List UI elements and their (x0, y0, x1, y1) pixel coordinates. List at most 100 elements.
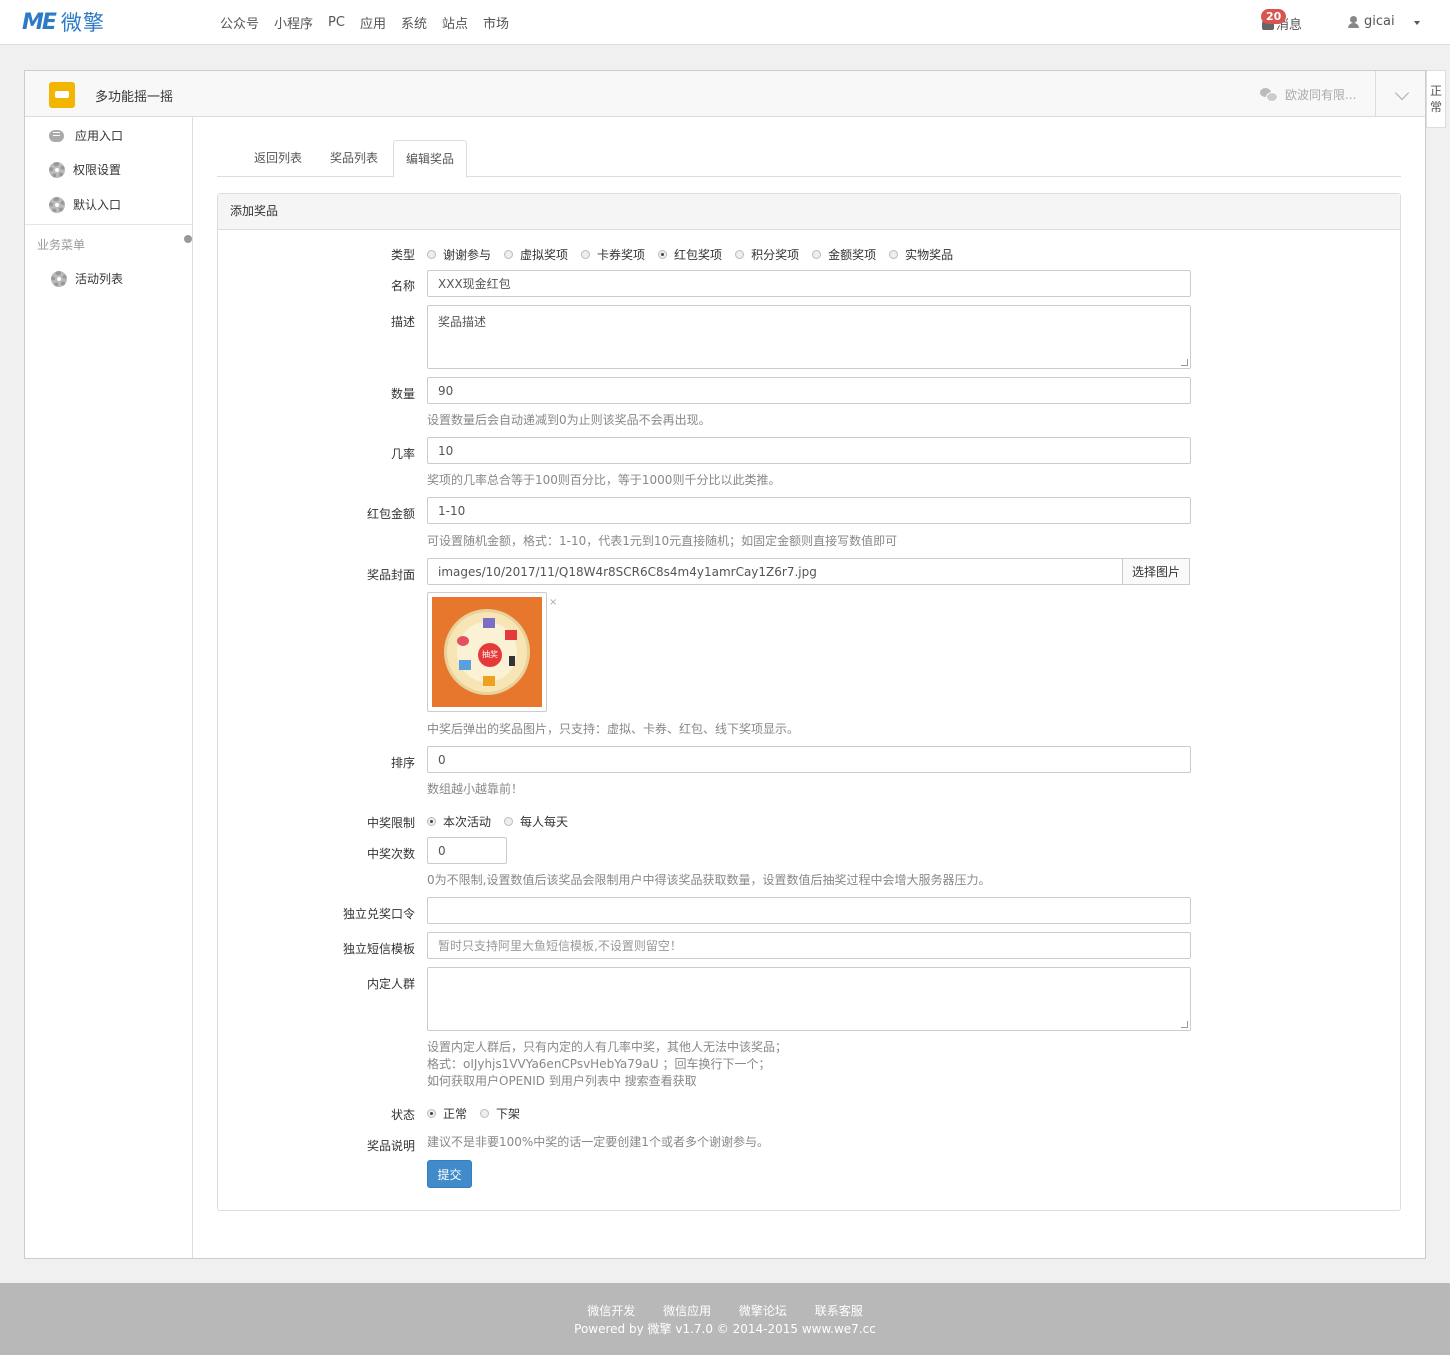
sort-label: 排序 (390, 756, 415, 770)
tab-prize-list[interactable]: 奖品列表 (318, 140, 390, 177)
choose-image-button[interactable]: 选择图片 (1122, 558, 1190, 585)
nav-market[interactable]: 市场 (483, 13, 509, 32)
type-option-cash[interactable]: 金额奖项 (812, 246, 876, 263)
footer-link-wechat-dev[interactable]: 微信开发 (587, 1304, 635, 1318)
desc-value: 奖品描述 (438, 315, 487, 329)
type-option-thanks[interactable]: 谢谢参与 (427, 246, 491, 263)
tab-back-to-list[interactable]: 返回列表 (242, 140, 314, 177)
logo[interactable]: ME 微擎 (22, 9, 105, 36)
account-name: 欧波同有限... (1285, 88, 1357, 102)
sidebar-item-activity-list[interactable]: 活动列表 (51, 270, 123, 287)
user-menu[interactable]: gicai (1348, 14, 1395, 29)
type-option-coupon[interactable]: 卡券奖项 (581, 246, 645, 263)
top-nav: 公众号 小程序 PC 应用 系统 站点 市场 (220, 0, 524, 45)
win-count-input[interactable]: 0 (427, 837, 507, 864)
radio-checked-icon (427, 817, 436, 826)
submit-button[interactable]: 提交 (427, 1160, 472, 1188)
sidebar-item-default-entry[interactable]: 默认入口 (49, 196, 121, 213)
chat-icon (49, 129, 64, 142)
gear-icon[interactable] (184, 235, 192, 243)
sidebar-group-label: 业务菜单 (37, 238, 86, 252)
cover-path-input[interactable]: images/10/2017/11/Q18W4r8SCR6C8s4m4y1amr… (427, 558, 1123, 585)
divider (1375, 71, 1376, 117)
logo-text: 微擎 (60, 11, 105, 35)
option-label: 红包奖项 (674, 248, 723, 262)
win-limit-option-activity[interactable]: 本次活动 (427, 813, 491, 830)
cover-image: 抽奖 (432, 597, 542, 707)
gear-icon (51, 270, 67, 287)
quantity-label: 数量 (390, 387, 415, 401)
type-option-virtual[interactable]: 虚拟奖项 (504, 246, 568, 263)
app-title: 多功能摇一摇 (95, 90, 174, 105)
remove-image-icon[interactable]: × (549, 597, 557, 608)
status-radio-group: 正常 下架 (427, 1105, 533, 1122)
radio-icon (581, 250, 591, 259)
nav-pc[interactable]: PC (328, 15, 345, 30)
tab-edit-prize[interactable]: 编辑奖品 (393, 140, 468, 178)
radio-icon (812, 250, 822, 259)
option-label: 下架 (496, 1107, 521, 1121)
wheel-segment (483, 676, 495, 686)
probability-input[interactable]: 10 (427, 437, 1191, 464)
sidebar-item-label: 权限设置 (73, 163, 122, 177)
footer-link-forum[interactable]: 微擎论坛 (739, 1304, 787, 1318)
caret-down-icon[interactable] (1414, 21, 1420, 25)
name-input[interactable]: XXX现金红包 (427, 270, 1191, 297)
footer-copyright: Powered by 微擎 v1.7.0 © 2014-2015 www.we7… (574, 1322, 876, 1336)
option-label: 正常 (443, 1107, 468, 1121)
radio-icon (480, 1109, 490, 1118)
wheel-segment (459, 660, 471, 670)
win-count-label: 中奖次数 (366, 847, 415, 861)
nav-sites[interactable]: 站点 (442, 13, 468, 32)
footer-link-wechat-apps[interactable]: 微信应用 (663, 1304, 711, 1318)
sidebar-item-label: 活动列表 (75, 272, 124, 286)
sort-input[interactable]: 0 (427, 746, 1191, 773)
wheel-segment (457, 636, 469, 646)
sms-template-input[interactable]: 暂时只支持阿里大鱼短信模板,不设置则留空！ (427, 932, 1191, 959)
type-option-physical[interactable]: 实物奖品 (889, 246, 953, 263)
nav-apps[interactable]: 应用 (360, 13, 386, 32)
prize-wheel-graphic: 抽奖 (444, 609, 530, 695)
sidebar-item-permissions[interactable]: 权限设置 (49, 161, 121, 178)
desc-textarea[interactable]: 奖品描述 (427, 305, 1191, 369)
status-side-tab[interactable]: 正常 (1426, 70, 1446, 128)
amount-input[interactable]: 1-10 (427, 497, 1191, 524)
sidebar-item-app-entry[interactable]: 应用入口 (49, 127, 123, 144)
nav-gongzhonghao[interactable]: 公众号 (220, 13, 259, 32)
internal-group-textarea[interactable] (427, 967, 1191, 1031)
footer-links: 微信开发 微信应用 微擎论坛 联系客服 (0, 1302, 1450, 1319)
sidebar-item-label: 应用入口 (75, 129, 124, 143)
footer-link-support[interactable]: 联系客服 (815, 1304, 863, 1318)
type-option-points[interactable]: 积分奖项 (735, 246, 799, 263)
option-label: 卡券奖项 (597, 248, 646, 262)
logo-mark: ME (22, 9, 57, 35)
account-switcher[interactable]: 欧波同有限... (1260, 86, 1356, 103)
gear-icon (49, 161, 65, 178)
option-label: 每人每天 (520, 815, 569, 829)
probability-label: 几率 (390, 447, 415, 461)
sidebar-item-label: 默认入口 (73, 198, 122, 212)
sms-template-label: 独立短信模板 (342, 942, 415, 956)
app-icon (49, 82, 75, 108)
resize-handle-icon[interactable] (1181, 359, 1188, 366)
win-limit-radio-group: 本次活动 每人每天 (427, 813, 581, 830)
option-label: 本次活动 (443, 815, 492, 829)
quantity-input[interactable]: 90 (427, 377, 1191, 404)
wheel-segment (505, 630, 517, 640)
name-label: 名称 (390, 279, 415, 293)
desc-label: 描述 (390, 315, 415, 329)
type-label: 类型 (390, 248, 415, 262)
cover-help: 中奖后弹出的奖品图片，只支持：虚拟、卡券、红包、线下奖项显示。 (427, 722, 800, 736)
redeem-code-input[interactable] (427, 897, 1191, 924)
status-option-offline[interactable]: 下架 (480, 1105, 520, 1122)
resize-handle-icon[interactable] (1181, 1021, 1188, 1028)
divider (25, 224, 192, 225)
nav-system[interactable]: 系统 (401, 13, 427, 32)
status-option-active[interactable]: 正常 (427, 1105, 467, 1122)
nav-xiaochengxu[interactable]: 小程序 (274, 13, 313, 32)
cover-label: 奖品封面 (366, 568, 415, 582)
user-icon (1348, 15, 1359, 28)
win-limit-option-daily[interactable]: 每人每天 (504, 813, 568, 830)
type-option-redpacket[interactable]: 红包奖项 (658, 246, 722, 263)
chevron-down-icon[interactable] (1394, 85, 1410, 101)
